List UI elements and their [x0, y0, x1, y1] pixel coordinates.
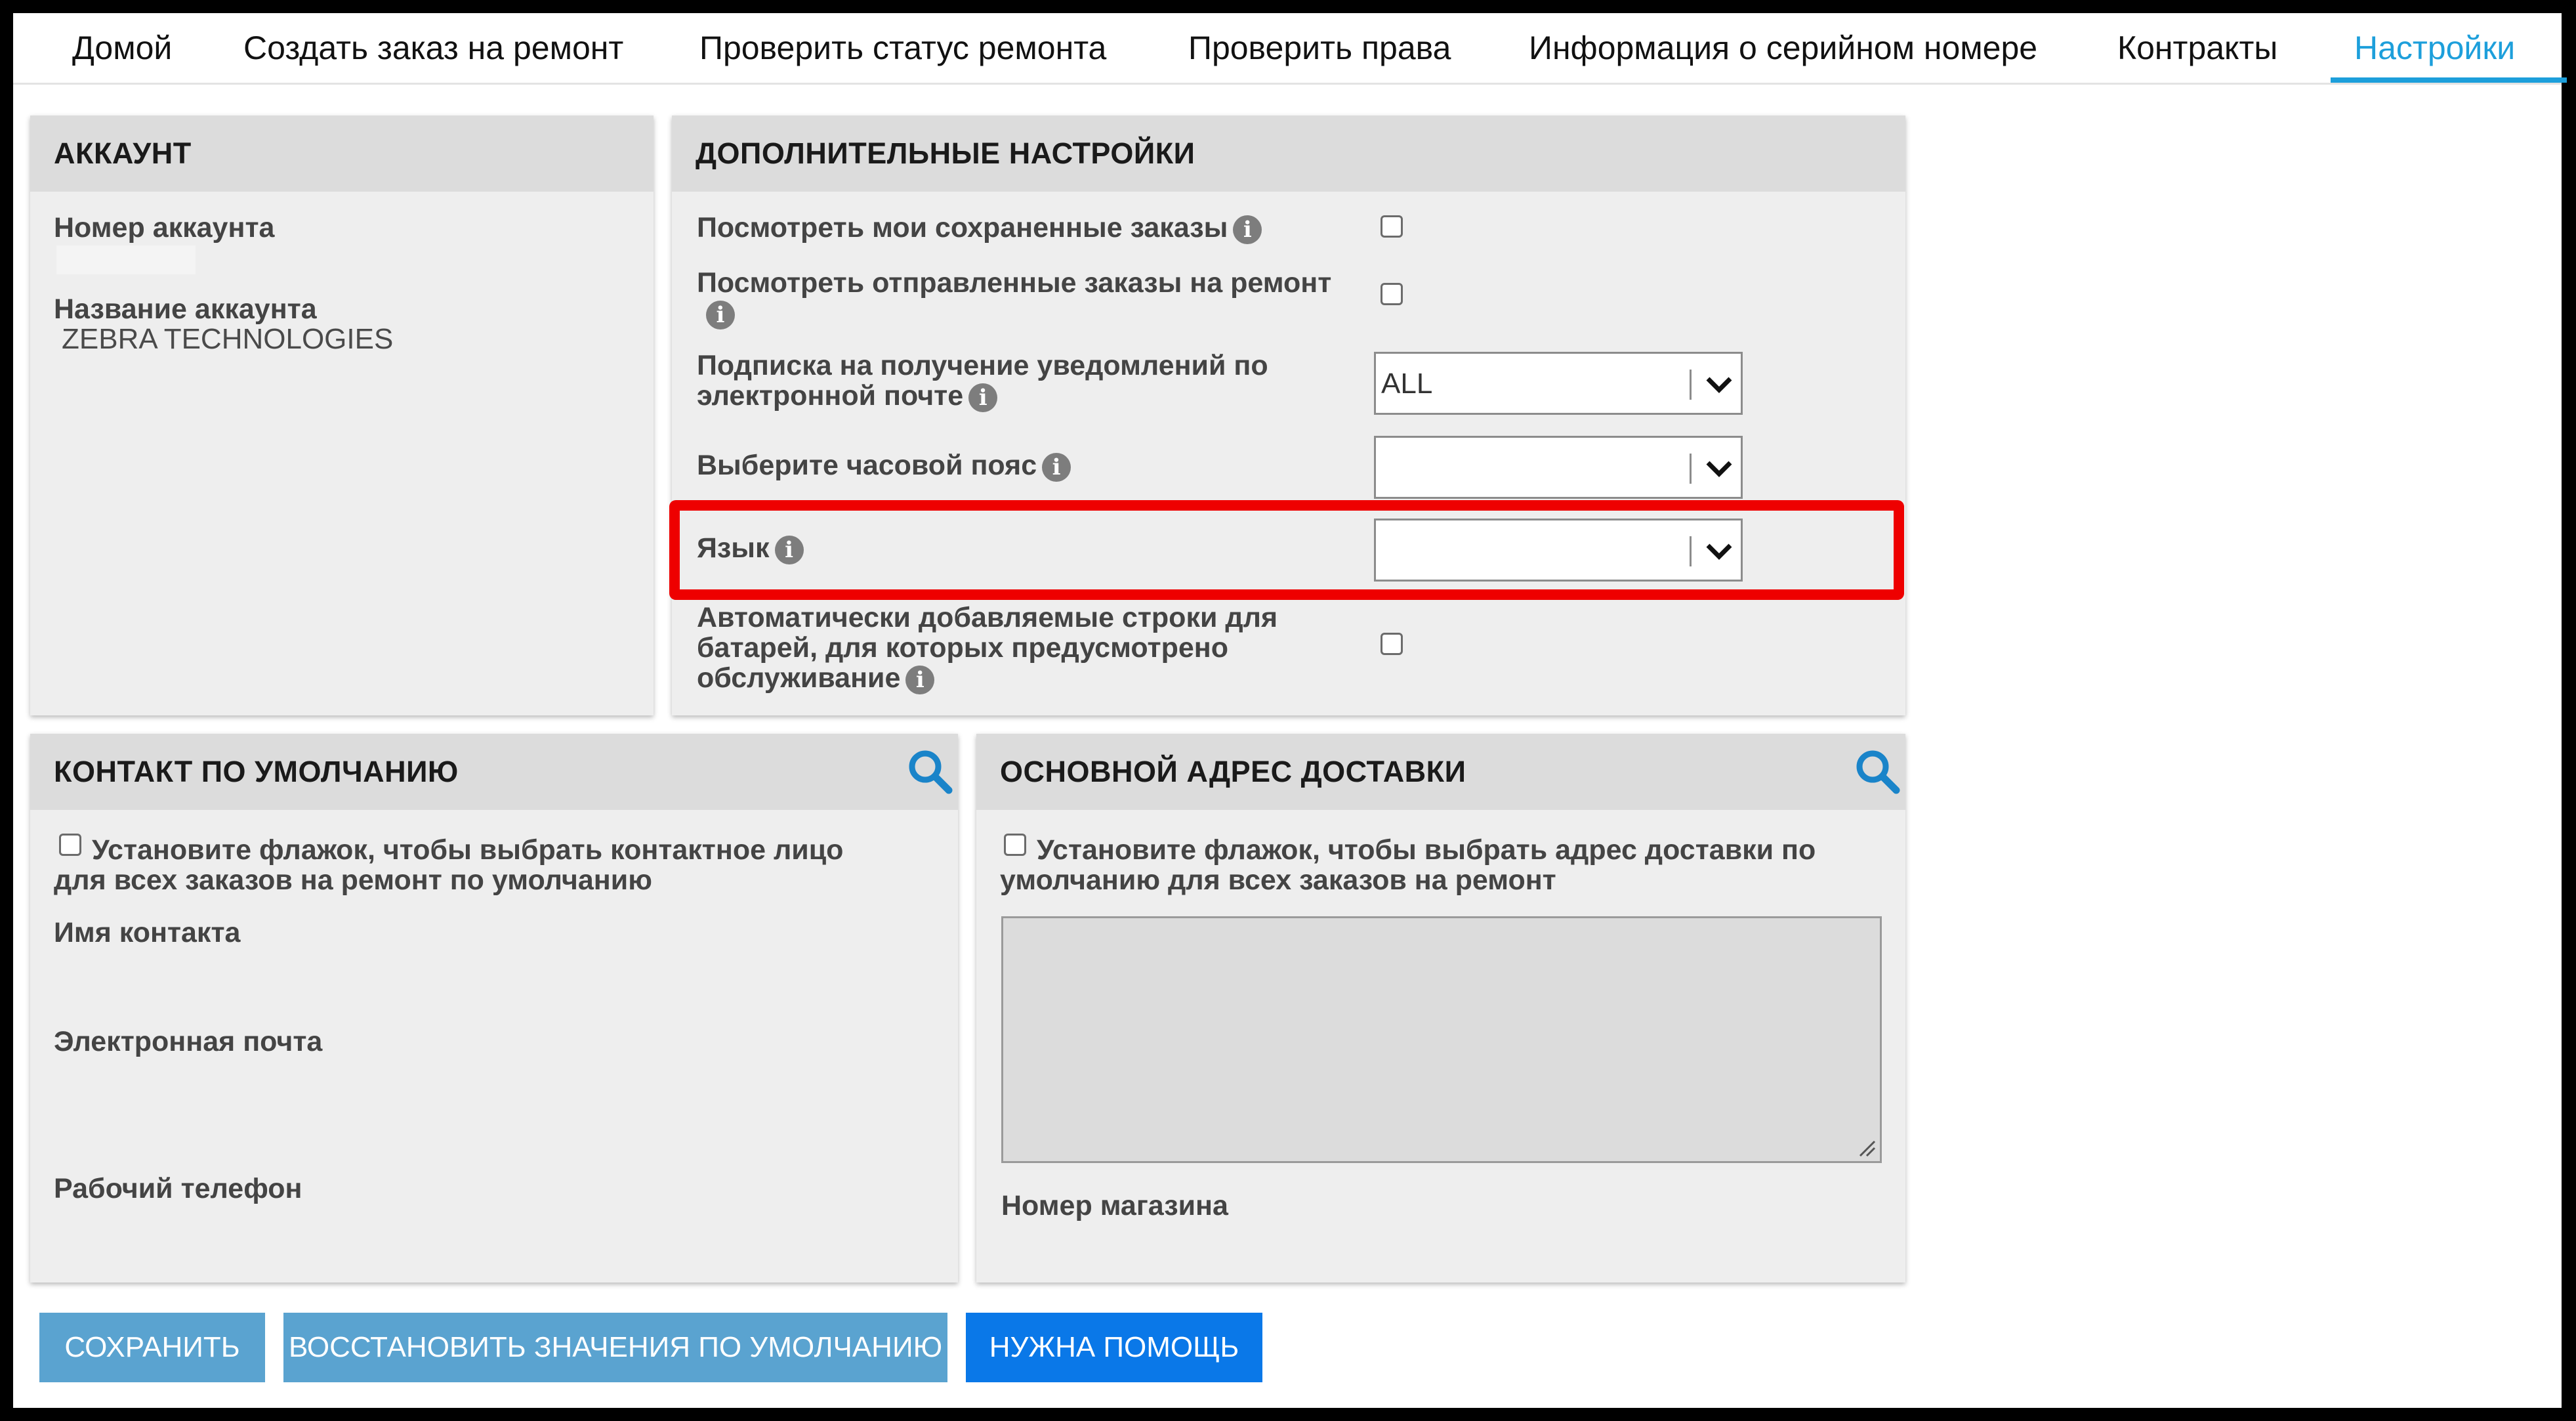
- account-panel-header: АККАУНТ: [30, 116, 654, 192]
- restore-defaults-button[interactable]: ВОССТАНОВИТЬ ЗНАЧЕНИЯ ПО УМОЛЧАНИЮ: [283, 1313, 947, 1382]
- info-icon[interactable]: i: [1042, 452, 1071, 482]
- contact-email-label: Электронная почта: [54, 1026, 323, 1057]
- tab-home[interactable]: Домой: [72, 13, 172, 83]
- battery-lines-text-2: батарей, для которых предусмотрено: [697, 632, 1229, 664]
- default-shipping-checkbox-text-2: умолчанию для всех заказов на ремонт: [1000, 864, 1556, 896]
- info-icon[interactable]: i: [706, 300, 735, 329]
- default-shipping-checkbox-label: Установите флажок, чтобы выбрать адрес д…: [1000, 835, 1816, 895]
- account-panel-title: АККАУНТ: [54, 137, 192, 170]
- contact-name-label: Имя контакта: [54, 917, 241, 948]
- saved-orders-checkbox[interactable]: [1381, 215, 1403, 238]
- sent-orders-checkbox[interactable]: [1381, 283, 1403, 305]
- default-contact-checkbox-text-1: Установите флажок, чтобы выбрать контакт…: [92, 834, 844, 866]
- shipping-address-textarea[interactable]: [1001, 916, 1882, 1163]
- additional-settings-panel: ДОПОЛНИТЕЛЬНЫЕ НАСТРОЙКИ Посмотреть мои …: [672, 116, 1905, 715]
- email-subscription-text-2: электронной почте: [697, 380, 964, 412]
- shipping-address-header: ОСНОВНОЙ АДРЕС ДОСТАВКИ: [976, 734, 1905, 810]
- battery-lines-checkbox[interactable]: [1381, 633, 1403, 655]
- tab-create-repair-order[interactable]: Создать заказ на ремонт: [243, 13, 623, 83]
- saved-orders-label: Посмотреть мои сохраненные заказы i: [697, 213, 1262, 244]
- active-tab-indicator: [2331, 77, 2567, 83]
- select-separator: [1690, 370, 1692, 400]
- contact-phone-label: Рабочий телефон: [54, 1173, 302, 1204]
- info-icon[interactable]: i: [1233, 215, 1262, 244]
- top-nav: Домой Создать заказ на ремонт Проверить …: [13, 13, 2567, 85]
- sent-orders-label: Посмотреть отправленные заказы на ремонт…: [697, 268, 1331, 329]
- battery-lines-label: Автоматически добавляемые строки для бат…: [697, 603, 1278, 694]
- timezone-label: Выберите часовой пояс i: [697, 450, 1071, 482]
- default-contact-title: КОНТАКТ ПО УМОЛЧАНИЮ: [54, 755, 459, 788]
- email-subscription-text-1: Подписка на получение уведомлений по: [697, 350, 1268, 381]
- account-number-value: [56, 245, 196, 274]
- timezone-text: Выберите часовой пояс: [697, 450, 1037, 481]
- default-contact-header: КОНТАКТ ПО УМОЛЧАНИЮ: [30, 734, 958, 810]
- account-number-label: Номер аккаунта: [54, 212, 275, 244]
- tab-contracts[interactable]: Контракты: [2117, 13, 2277, 83]
- shipping-address-title: ОСНОВНОЙ АДРЕС ДОСТАВКИ: [1000, 755, 1466, 788]
- account-name-value: ZEBRA TECHNOLOGIES: [62, 323, 394, 355]
- tab-repair-status[interactable]: Проверить статус ремонта: [699, 13, 1106, 83]
- language-highlight-box: [669, 500, 1904, 600]
- additional-settings-header: ДОПОЛНИТЕЛЬНЫЕ НАСТРОЙКИ: [672, 116, 1905, 192]
- default-shipping-checkbox-text-1: Установите флажок, чтобы выбрать адрес д…: [1037, 834, 1816, 866]
- need-help-button[interactable]: НУЖНА ПОМОЩЬ: [966, 1313, 1262, 1382]
- tab-serial-info[interactable]: Информация о серийном номере: [1529, 13, 2037, 83]
- timezone-select[interactable]: [1374, 436, 1743, 499]
- additional-settings-title: ДОПОЛНИТЕЛЬНЫЕ НАСТРОЙКИ: [696, 137, 1195, 170]
- account-name-label: Название аккаунта: [54, 293, 317, 325]
- sent-orders-text: Посмотреть отправленные заказы на ремонт: [697, 267, 1332, 299]
- save-button[interactable]: СОХРАНИТЬ: [39, 1313, 265, 1382]
- tab-check-entitlement[interactable]: Проверить права: [1188, 13, 1451, 83]
- saved-orders-text: Посмотреть мои сохраненные заказы: [697, 212, 1228, 244]
- account-panel: АККАУНТ Номер аккаунта Название аккаунта…: [30, 116, 654, 715]
- search-icon[interactable]: [905, 747, 954, 795]
- default-contact-panel: КОНТАКТ ПО УМОЛЧАНИЮ Установите флажок, …: [30, 734, 958, 1283]
- chevron-down-icon: [1706, 461, 1732, 477]
- resize-handle-icon[interactable]: [1856, 1137, 1876, 1157]
- select-separator: [1690, 454, 1692, 484]
- default-contact-checkbox-label: Установите флажок, чтобы выбрать контакт…: [54, 835, 843, 895]
- battery-lines-text-3: обслуживание: [697, 662, 901, 694]
- store-number-label: Номер магазина: [1001, 1190, 1228, 1221]
- tab-settings[interactable]: Настройки: [2354, 13, 2515, 83]
- battery-lines-text-1: Автоматически добавляемые строки для: [697, 602, 1278, 633]
- email-subscription-select[interactable]: ALL: [1374, 352, 1743, 415]
- email-subscription-value: ALL: [1381, 368, 1433, 400]
- default-contact-checkbox-text-2: для всех заказов на ремонт по умолчанию: [54, 864, 652, 896]
- chevron-down-icon: [1706, 377, 1732, 393]
- shipping-address-panel: ОСНОВНОЙ АДРЕС ДОСТАВКИ Установите флажо…: [976, 734, 1905, 1283]
- search-icon[interactable]: [1853, 747, 1901, 795]
- info-icon[interactable]: i: [968, 383, 998, 412]
- email-subscription-label: Подписка на получение уведомлений по эле…: [697, 350, 1268, 412]
- info-icon[interactable]: i: [905, 665, 935, 694]
